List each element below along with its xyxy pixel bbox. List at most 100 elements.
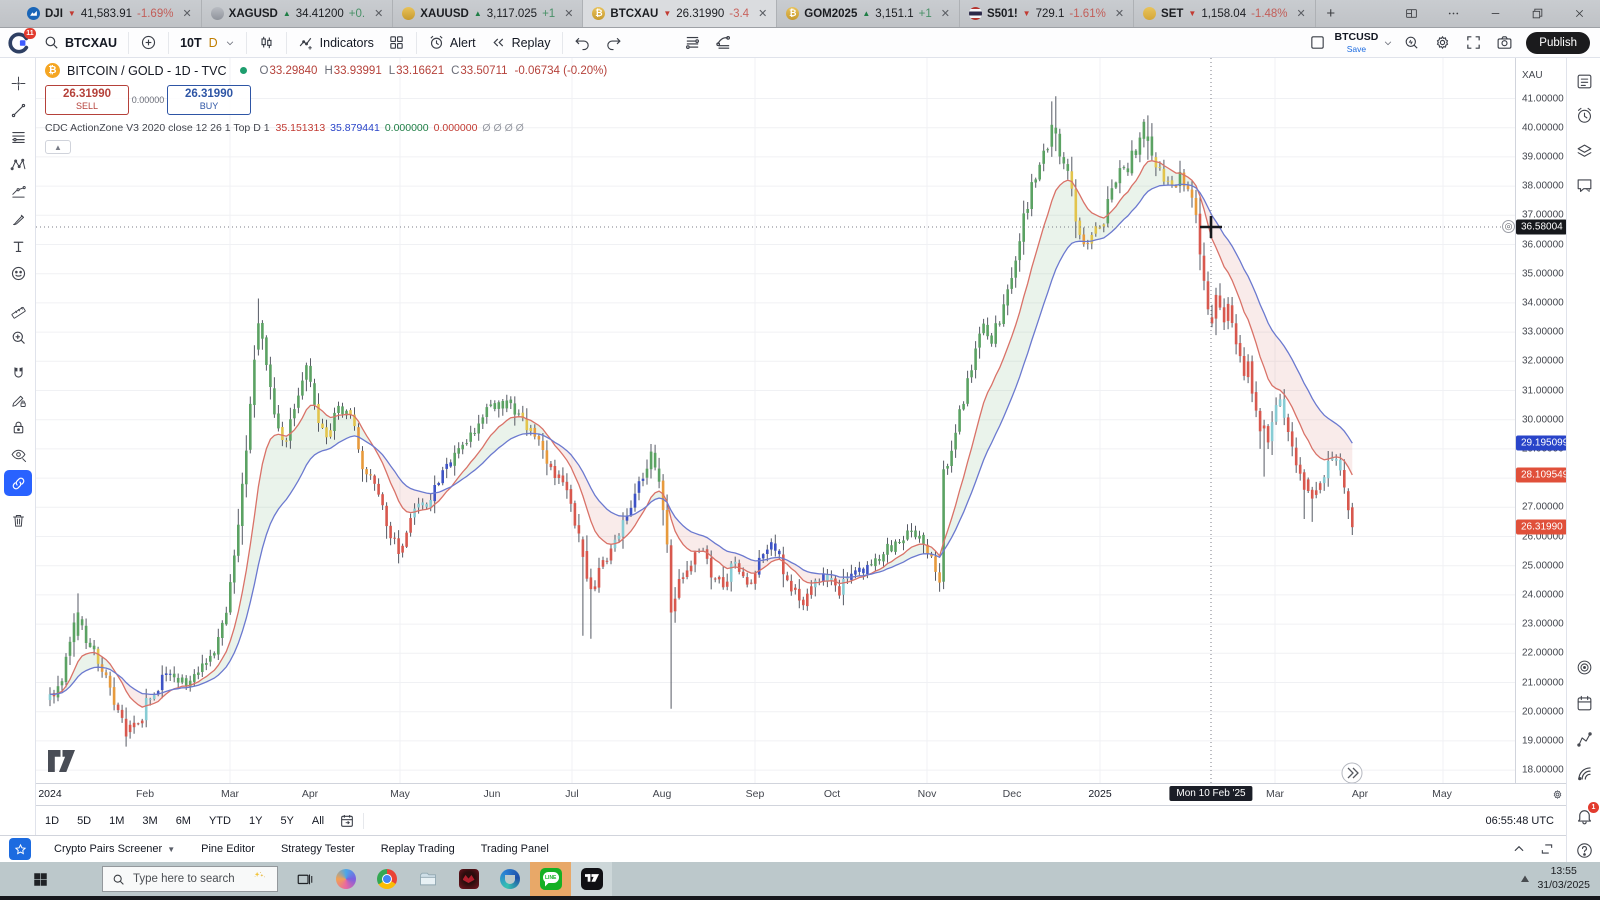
layers-icon[interactable]	[1575, 142, 1594, 161]
taskbar-app-tradingview[interactable]	[571, 862, 612, 896]
range-button-6m[interactable]: 6M	[167, 815, 200, 827]
trash-tool-icon[interactable]	[4, 507, 32, 533]
tab-layout-icon[interactable]	[1390, 0, 1432, 28]
footer-tab-trading-panel[interactable]: Trading Panel	[468, 843, 562, 855]
sell-button[interactable]: 26.31990 SELL	[45, 85, 129, 115]
tab-close-icon[interactable]: ✕	[758, 7, 767, 20]
interval-button[interactable]: 10T D	[173, 29, 242, 57]
replay-button[interactable]: Replay	[483, 29, 558, 57]
footer-tab-pine-editor[interactable]: Pine Editor	[188, 843, 268, 855]
symbol-tab-s501[interactable]: S501!▼729.1-1.61%✕	[960, 0, 1134, 27]
footer-tab-replay-trading[interactable]: Replay Trading	[368, 843, 468, 855]
indicators-button[interactable]: Indicators	[291, 29, 381, 57]
range-button-1y[interactable]: 1Y	[240, 815, 271, 827]
footer-tab-screener[interactable]: Crypto Pairs Screener ▼	[41, 843, 188, 855]
help-icon[interactable]	[1575, 841, 1594, 860]
quick-search-button[interactable]	[1396, 29, 1427, 57]
brush-tool-icon[interactable]	[4, 206, 32, 232]
price-lines-button[interactable]	[677, 29, 708, 57]
tab-close-icon[interactable]: ✕	[1115, 7, 1124, 20]
taskbar-clock[interactable]: 13:55 31/03/2025	[1537, 865, 1590, 892]
publish-button[interactable]: Publish	[1526, 32, 1590, 54]
alert-button[interactable]: Alert	[421, 29, 483, 57]
emoji-tool-icon[interactable]	[4, 260, 32, 286]
legend-collapse-button[interactable]: ▲	[45, 140, 71, 154]
new-tab-button[interactable]: +	[1316, 0, 1346, 27]
indicator-legend[interactable]: CDC ActionZone V3 2020 close 12 26 1 Top…	[45, 122, 607, 134]
fib-lines-tool-icon[interactable]	[4, 124, 32, 150]
fullscreen-button[interactable]	[1458, 29, 1489, 57]
tab-close-icon[interactable]: ✕	[1297, 7, 1306, 20]
taskbar-app-copilot[interactable]	[325, 862, 366, 896]
ideas-icon[interactable]	[1575, 730, 1594, 749]
tab-close-icon[interactable]: ✕	[182, 7, 191, 20]
time-axis[interactable]: 2024FebMarAprMayJunJulAugSepOctNovDec202…	[36, 783, 1515, 805]
layout-grid-button[interactable]	[381, 29, 412, 57]
favorites-star-icon[interactable]	[9, 838, 31, 860]
price-scale-plus-bubble[interactable]: ◎	[1502, 220, 1515, 233]
settings-gear-icon[interactable]	[1427, 29, 1458, 57]
taskbar-app-msi[interactable]	[448, 862, 489, 896]
range-button-5y[interactable]: 5Y	[271, 815, 302, 827]
buy-button[interactable]: 26.31990 BUY	[167, 85, 251, 115]
symbol-title[interactable]: BITCOIN / GOLD - 1D - TVC	[67, 64, 227, 78]
goto-date-icon[interactable]	[339, 813, 355, 829]
tab-close-icon[interactable]: ✕	[941, 7, 950, 20]
symbol-tab-set[interactable]: SET▼1,158.04-1.48%✕	[1134, 0, 1316, 27]
undo-button[interactable]	[567, 29, 598, 57]
price-axis[interactable]: XAU 18.0000019.0000020.0000021.0000022.0…	[1515, 58, 1566, 783]
minimize-button[interactable]	[1474, 0, 1516, 28]
tradingview-logo[interactable]: 11	[8, 32, 30, 54]
forecast-tool-icon[interactable]	[4, 178, 32, 204]
symbol-search-button[interactable]: BTCXAU	[36, 29, 124, 57]
screenshot-camera-icon[interactable]	[1489, 29, 1520, 57]
restore-button[interactable]	[1516, 0, 1558, 28]
taskbar-search-input[interactable]: Type here to search	[102, 866, 278, 892]
range-button-5d[interactable]: 5D	[68, 815, 100, 827]
taskbar-app-line[interactable]: LINE	[530, 862, 571, 896]
signal-icon[interactable]	[1575, 764, 1594, 783]
taskbar-app-task-view[interactable]	[284, 862, 325, 896]
layout-checkbox[interactable]	[1302, 29, 1333, 57]
chart-plot[interactable]	[36, 58, 1515, 783]
symbol-tab-dji[interactable]: DJI▼41,583.91-1.69%✕	[18, 0, 202, 27]
xabcd-pattern-tool-icon[interactable]	[4, 151, 32, 177]
alert-clock-icon[interactable]	[1575, 106, 1594, 125]
ruler-tool-icon[interactable]	[4, 297, 32, 323]
utc-clock[interactable]: 06:55:48 UTC	[1486, 815, 1554, 827]
edit-lock-tool-icon[interactable]	[4, 387, 32, 413]
chat-icon[interactable]	[1575, 176, 1594, 195]
range-button-all[interactable]: All	[303, 815, 333, 827]
lock-tool-icon[interactable]	[4, 414, 32, 440]
tab-close-icon[interactable]: ✕	[564, 7, 573, 20]
range-button-ytd[interactable]: YTD	[200, 815, 240, 827]
layout-dropdown-icon[interactable]	[1380, 29, 1396, 57]
target-icon[interactable]	[1575, 658, 1594, 677]
save-layout-button[interactable]: BTCUSD Save	[1335, 32, 1379, 53]
symbol-tab-xauusd[interactable]: XAUUSD▲3,117.025+1✕	[393, 0, 583, 27]
tab-close-icon[interactable]: ✕	[374, 7, 383, 20]
taskbar-app-edge[interactable]	[489, 862, 530, 896]
windows-start-button[interactable]	[0, 862, 80, 896]
go-to-realtime-button[interactable]	[1342, 763, 1362, 783]
taskbar-app-chrome[interactable]	[366, 862, 407, 896]
panel-collapse-icon[interactable]	[1512, 842, 1526, 856]
watchlist-icon[interactable]	[1575, 72, 1594, 91]
panel-restore-icon[interactable]	[1540, 842, 1554, 856]
close-button[interactable]	[1558, 0, 1600, 28]
polyline-tool-button[interactable]	[708, 29, 739, 57]
chart-type-button[interactable]	[251, 29, 282, 57]
symbol-tab-xagusd[interactable]: XAGUSD▲34.41200+0.✕	[202, 0, 394, 27]
calendar-icon[interactable]	[1575, 694, 1594, 713]
tray-language-icon[interactable]	[1519, 873, 1531, 885]
footer-tab-strategy-tester[interactable]: Strategy Tester	[268, 843, 368, 855]
taskbar-app-folder[interactable]	[407, 862, 448, 896]
text-tool-icon[interactable]	[4, 233, 32, 259]
zoom-in-tool-icon[interactable]	[4, 324, 32, 350]
range-button-1m[interactable]: 1M	[100, 815, 133, 827]
redo-button[interactable]	[598, 29, 629, 57]
market-status-dot[interactable]	[240, 67, 247, 74]
notifications-bell-icon[interactable]: 1	[1575, 806, 1594, 825]
range-button-1d[interactable]: 1D	[36, 815, 68, 827]
range-button-3m[interactable]: 3M	[133, 815, 166, 827]
